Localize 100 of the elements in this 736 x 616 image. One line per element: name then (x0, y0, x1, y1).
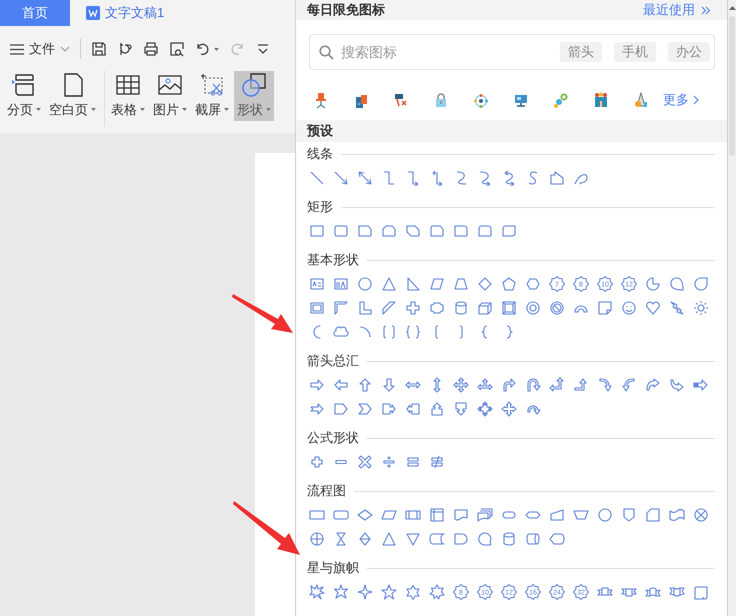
heart-shape-icon[interactable] (645, 300, 661, 316)
right-triangle-shape-icon[interactable] (405, 276, 421, 292)
star-arrow-shape-icon[interactable] (501, 401, 517, 417)
display-shape-icon[interactable] (549, 531, 565, 547)
round-diagonal-rectangle-shape-icon[interactable] (501, 223, 517, 239)
curved-down-arrow-shape-icon[interactable] (669, 377, 685, 393)
direct-access-shape-icon[interactable] (525, 531, 541, 547)
tab[interactable]: 首页 (0, 0, 70, 26)
stored-data-shape-icon[interactable] (429, 531, 445, 547)
right-arrow-shape-icon[interactable] (309, 377, 325, 393)
four-point-star-shape-icon[interactable] (357, 584, 373, 600)
plus-shape-icon[interactable] (309, 454, 325, 470)
quad-arrow-shape-icon[interactable] (453, 377, 469, 393)
snipped-top-rectangle-shape-icon[interactable] (381, 223, 397, 239)
picture-button[interactable]: 图片 (150, 71, 190, 121)
off-page-connector-shape-icon[interactable] (621, 507, 637, 523)
parallelogram-shape-icon[interactable] (429, 276, 445, 292)
curved-arrow-shape-icon[interactable] (477, 170, 493, 186)
circle-shape-icon[interactable] (357, 276, 373, 292)
clipart-icon[interactable] (473, 92, 489, 108)
shape-button[interactable]: 形状 (234, 71, 274, 121)
quad-arrow-callout-shape-icon[interactable] (477, 401, 493, 417)
sort-shape-icon[interactable] (357, 531, 373, 547)
diamond-shape-icon[interactable] (477, 276, 493, 292)
more-link[interactable]: 更多 (663, 90, 699, 110)
clipart-icon[interactable] (633, 92, 649, 108)
pentagon-shape-icon[interactable] (501, 276, 517, 292)
curved-up-arrow-shape-icon[interactable] (645, 377, 661, 393)
chord-shape-icon[interactable] (669, 276, 685, 292)
curved-right-arrow-shape-icon[interactable] (597, 377, 613, 393)
text-box-shape-icon[interactable] (309, 276, 325, 292)
print-button[interactable] (143, 41, 159, 57)
freeform-shape-icon[interactable] (549, 170, 565, 186)
burst-shape-icon[interactable] (333, 584, 349, 600)
connector-shape-icon[interactable] (597, 507, 613, 523)
striped-right-arrow-shape-icon[interactable] (693, 377, 709, 393)
sun-shape-icon[interactable] (693, 300, 709, 316)
smiley-shape-icon[interactable] (621, 300, 637, 316)
trapezoid-shape-icon[interactable] (453, 276, 469, 292)
page-break-button[interactable]: 分页 (4, 71, 44, 121)
snipped-rectangle-shape-icon[interactable] (357, 223, 373, 239)
double-bracket-shape-icon[interactable] (381, 324, 397, 340)
snip-round-rectangle-shape-icon[interactable] (429, 223, 445, 239)
table-button[interactable]: 表格 (108, 71, 148, 121)
l-shape-shape-icon[interactable] (357, 300, 373, 316)
elbow-arrow-shape-icon[interactable] (405, 170, 421, 186)
search-tag[interactable]: 箭头 (560, 42, 602, 62)
down-arrow-shape-icon[interactable] (381, 377, 397, 393)
frame-shape-icon[interactable] (309, 300, 325, 316)
donut-shape-icon[interactable] (525, 300, 541, 316)
multidocument-shape-icon[interactable] (477, 507, 493, 523)
notched-right-arrow-shape-icon[interactable] (309, 401, 325, 417)
curl-button[interactable] (117, 41, 133, 57)
search-tag[interactable]: 手机 (614, 42, 656, 62)
internal-storage-shape-icon[interactable] (429, 507, 445, 523)
folded-corner-shape-icon[interactable] (597, 300, 613, 316)
bent-arrow-shape-icon[interactable] (501, 377, 517, 393)
scroll-up-icon[interactable] (728, 6, 736, 10)
lightning-shape-icon[interactable] (669, 300, 685, 316)
rounded-rectangle-shape-icon[interactable] (333, 223, 349, 239)
search-tag[interactable]: 办公 (668, 42, 710, 62)
down-arrow-callout-shape-icon[interactable] (453, 401, 469, 417)
not-equal-shape-icon[interactable] (429, 454, 445, 470)
up-arrow-shape-icon[interactable] (357, 377, 373, 393)
summing-junction-shape-icon[interactable] (693, 507, 709, 523)
diagonal-stripe-shape-icon[interactable] (381, 300, 397, 316)
seven-point-star-shape-icon[interactable] (429, 584, 445, 600)
hexagon-shape-icon[interactable] (525, 276, 541, 292)
snipped-diagonal-rectangle-shape-icon[interactable] (405, 223, 421, 239)
cylinder-shape-icon[interactable] (453, 300, 469, 316)
card-shape-icon[interactable] (645, 507, 661, 523)
extract-shape-icon[interactable] (381, 531, 397, 547)
explosion-shape-icon[interactable] (309, 584, 325, 600)
cube-shape-icon[interactable] (477, 300, 493, 316)
undo-button[interactable] (195, 41, 219, 57)
scrollbar[interactable] (727, 0, 736, 616)
left-arrow-callout-shape-icon[interactable] (405, 401, 421, 417)
merge-shape-icon[interactable] (405, 531, 421, 547)
clipart-icon[interactable] (593, 92, 609, 108)
right-arrow-callout-shape-icon[interactable] (381, 401, 397, 417)
five-point-star-shape-icon[interactable] (381, 584, 397, 600)
delay-shape-icon[interactable] (453, 531, 469, 547)
chevron-shape-icon[interactable] (357, 401, 373, 417)
scroll-shape-icon[interactable] (693, 584, 709, 600)
double-arrow-line-shape-icon[interactable] (357, 170, 373, 186)
recent-link[interactable]: 最近使用 (643, 0, 711, 20)
arrow-line-shape-icon[interactable] (333, 170, 349, 186)
cross-shape-icon[interactable] (405, 300, 421, 316)
document-shape-icon[interactable] (453, 507, 469, 523)
vertical-text-box-shape-icon[interactable] (333, 276, 349, 292)
screenshot-button[interactable]: 截屏 (192, 71, 232, 121)
elbow-connector-shape-icon[interactable] (381, 170, 397, 186)
sequential-access-shape-icon[interactable] (477, 531, 493, 547)
arc-shape-icon[interactable] (357, 324, 373, 340)
line-shape-icon[interactable] (309, 170, 325, 186)
blank-page-button[interactable]: 空白页 (46, 71, 99, 121)
decision-shape-icon[interactable] (357, 507, 373, 523)
six-point-star-shape-icon[interactable] (405, 584, 421, 600)
preview-button[interactable] (169, 41, 185, 57)
round-corner-rectangle-shape-icon[interactable] (453, 223, 469, 239)
